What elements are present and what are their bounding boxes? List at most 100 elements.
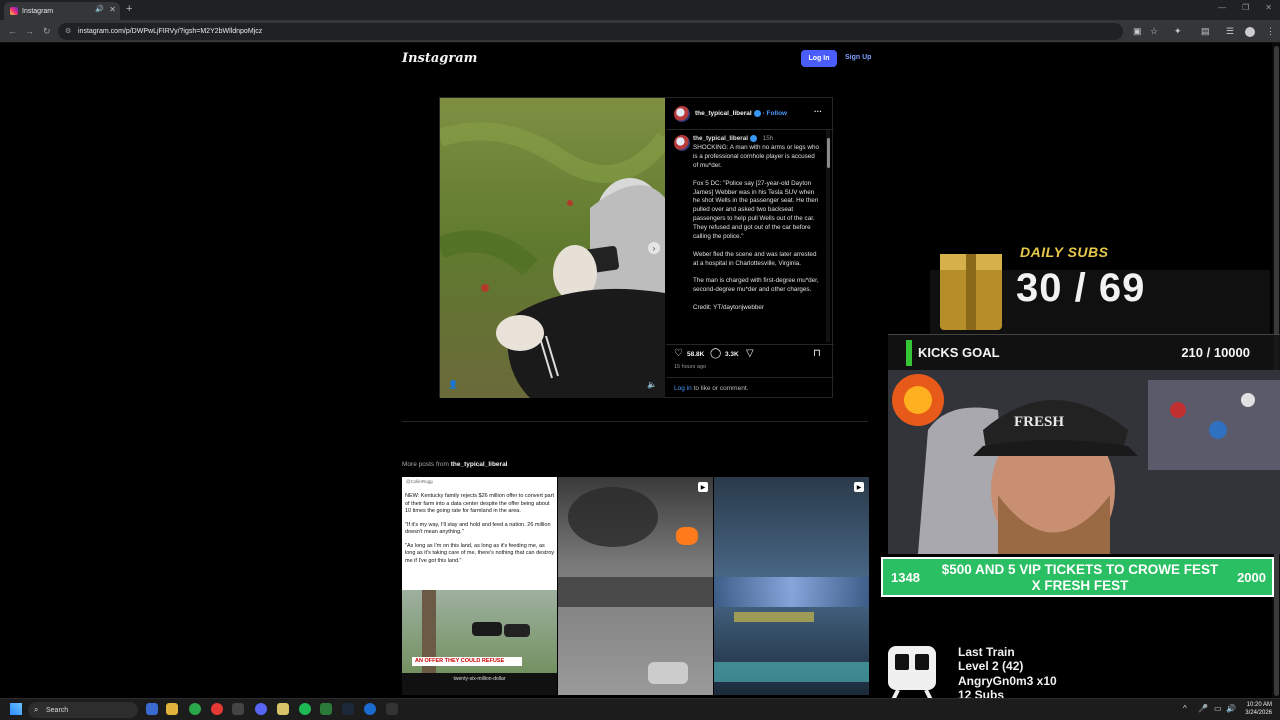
posted-time: 15 hours ago <box>674 364 707 370</box>
microphone-icon[interactable]: 🎤 <box>1198 704 1208 713</box>
extensions-icon[interactable]: ✦ <box>1174 26 1182 37</box>
webcam-image: FRESH <box>888 370 1280 554</box>
tray-chevron-icon[interactable]: ^ <box>1183 704 1187 713</box>
browser-tab[interactable]: Instagram 🔊 ✕ <box>4 2 120 20</box>
notes-icon[interactable] <box>277 703 289 715</box>
app-icon-2[interactable] <box>386 703 398 715</box>
tab-close-icon[interactable]: ✕ <box>109 5 116 14</box>
address-bar-row: ← → ↻ ⚙ instagram.com/p/DWPwLjFIRVy/?igs… <box>0 20 1280 43</box>
bookmark-star-icon[interactable]: ☆ <box>1150 26 1158 37</box>
next-media-icon[interactable]: › <box>648 242 660 254</box>
close-window-icon[interactable]: ✕ <box>1265 3 1272 12</box>
daily-subs-count: 30 / 69 <box>1016 266 1146 310</box>
taskbar-search[interactable]: ⌕ Search <box>28 702 138 718</box>
signup-link[interactable]: Sign Up <box>845 54 871 61</box>
minimize-icon[interactable]: — <box>1218 3 1226 12</box>
sidebar-icon[interactable]: ▤ <box>1201 26 1210 37</box>
start-icon[interactable] <box>10 703 22 715</box>
verified-badge-icon <box>753 110 761 117</box>
url-field[interactable]: ⚙ instagram.com/p/DWPwLjFIRVy/?igsh=M2Y2… <box>58 23 1123 40</box>
train-info: Last Train Level 2 (42) AngryGn0m3 x10 1… <box>958 645 1057 702</box>
tab-audio-icon[interactable]: 🔊 <box>95 5 104 13</box>
author-name[interactable]: the_typical_liberal <box>695 110 752 117</box>
like-icon[interactable]: ♡ <box>674 348 683 359</box>
caption-paragraph: Fox 5 DC: "Police say [27-year-old Dayto… <box>693 179 819 241</box>
tagged-user-icon[interactable]: 👤 <box>448 380 458 389</box>
chrome-icon[interactable] <box>189 703 201 715</box>
webcam-feed: FRESH <box>888 370 1280 554</box>
instagram-favicon-icon <box>10 7 18 15</box>
cast-icon[interactable]: ▣ <box>1133 26 1142 37</box>
comment-icon[interactable]: ◯ <box>710 348 721 359</box>
post-container: › 👤 🔈 the_typical_liberal · Follow ··· t… <box>439 97 834 398</box>
url-text: instagram.com/p/DWPwLjFIRVy/?igsh=M2Y2bW… <box>78 28 263 35</box>
login-link[interactable]: Log in <box>674 385 692 392</box>
terminal-icon[interactable] <box>232 703 244 715</box>
forward-icon[interactable]: → <box>25 26 34 36</box>
task-view-icon[interactable] <box>146 703 158 715</box>
more-posts-author[interactable]: the_typical_liberal <box>451 461 508 468</box>
browser-tab-bar: Instagram 🔊 ✕ + — ❐ ✕ <box>0 0 1280 20</box>
more-post-thumb-1[interactable]: @CollinRugg NEW: Kentucky family rejects… <box>402 477 557 695</box>
discord-icon[interactable] <box>255 703 267 715</box>
train-title: Last Train <box>958 645 1015 659</box>
railing-shape <box>714 662 869 682</box>
kicks-goal-label: KICKS GOAL <box>918 345 1000 360</box>
hype-train-widget: Last Train Level 2 (42) AngryGn0m3 x10 1… <box>884 644 1214 704</box>
caption-scroll-thumb[interactable] <box>827 138 830 168</box>
search-icon: ⌕ <box>34 705 39 714</box>
train-icon <box>888 646 936 703</box>
system-clock[interactable]: 10:20 AM 3/24/2026 <box>1245 701 1272 717</box>
instagram-logo[interactable]: Instagram <box>402 51 477 66</box>
site-info-icon[interactable]: ⚙ <box>65 27 71 35</box>
clock-date: 3/24/2026 <box>1245 710 1272 716</box>
window-controls: — ❐ ✕ <box>1218 3 1272 12</box>
water-shape <box>734 612 814 622</box>
volume-icon[interactable]: 🔊 <box>1226 704 1236 713</box>
back-icon[interactable]: ← <box>8 26 17 36</box>
author-avatar[interactable] <box>674 106 690 122</box>
caption-author[interactable]: the_typical_liberal <box>693 135 748 142</box>
reload-icon[interactable]: ↻ <box>43 26 51 37</box>
follow-button[interactable]: Follow <box>767 110 788 117</box>
kicks-progress-indicator <box>906 340 912 366</box>
caption-time: 15h <box>762 135 774 143</box>
section-divider <box>402 421 868 422</box>
reel-icon: ▶ <box>698 482 708 492</box>
downloads-icon[interactable]: ☰ <box>1226 26 1234 37</box>
post-header: the_typical_liberal · Follow <box>695 110 788 118</box>
new-tab-button[interactable]: + <box>126 3 132 15</box>
search-label: Search <box>46 706 69 714</box>
steam-icon[interactable] <box>342 703 354 715</box>
caption-paragraph: The man is charged with first-degree mu*… <box>693 277 819 294</box>
comment-count: 3.3K <box>725 351 739 358</box>
profile-avatar-icon[interactable] <box>1245 27 1255 37</box>
bridge-shape <box>558 577 713 607</box>
smoke-shape <box>568 487 658 547</box>
excel-icon[interactable] <box>320 703 332 715</box>
thumb-handle: @CollinRugg <box>406 479 433 484</box>
app-icon[interactable] <box>364 703 376 715</box>
caption-paragraph: Credit: YT/daytonjwebber <box>693 303 764 311</box>
reel-icon: ▶ <box>854 482 864 492</box>
network-icon[interactable]: ▭ <box>1214 704 1222 713</box>
save-icon[interactable]: ⊓ <box>813 348 821 359</box>
obs-icon[interactable] <box>211 703 223 715</box>
fire-shape <box>676 527 698 545</box>
mute-icon[interactable]: 🔈 <box>647 380 657 389</box>
maximize-icon[interactable]: ❐ <box>1242 3 1249 12</box>
post-video[interactable]: › 👤 🔈 <box>440 98 665 398</box>
more-post-thumb-2[interactable]: ▶ <box>558 477 713 695</box>
caption-author-avatar[interactable] <box>674 135 690 151</box>
more-post-thumb-3[interactable]: ▶ <box>714 477 869 695</box>
browser-menu-icon[interactable]: ⋮ <box>1266 26 1275 37</box>
more-options-icon[interactable]: ··· <box>814 107 822 116</box>
file-explorer-icon[interactable] <box>166 703 178 715</box>
divider <box>666 129 834 130</box>
caption-paragraph: SHOCKING: A man with no arms or legs who… <box>693 144 819 169</box>
spotify-icon[interactable] <box>299 703 311 715</box>
login-button[interactable]: Log In <box>801 50 837 67</box>
windows-taskbar: ⌕ Search ^ 🎤 ▭ 🔊 10:20 AM 3/24/2026 <box>0 698 1280 720</box>
goal-text: $500 AND 5 VIP TICKETS TO CROWE FEST X F… <box>941 562 1219 593</box>
share-icon[interactable]: ▽ <box>746 348 754 359</box>
